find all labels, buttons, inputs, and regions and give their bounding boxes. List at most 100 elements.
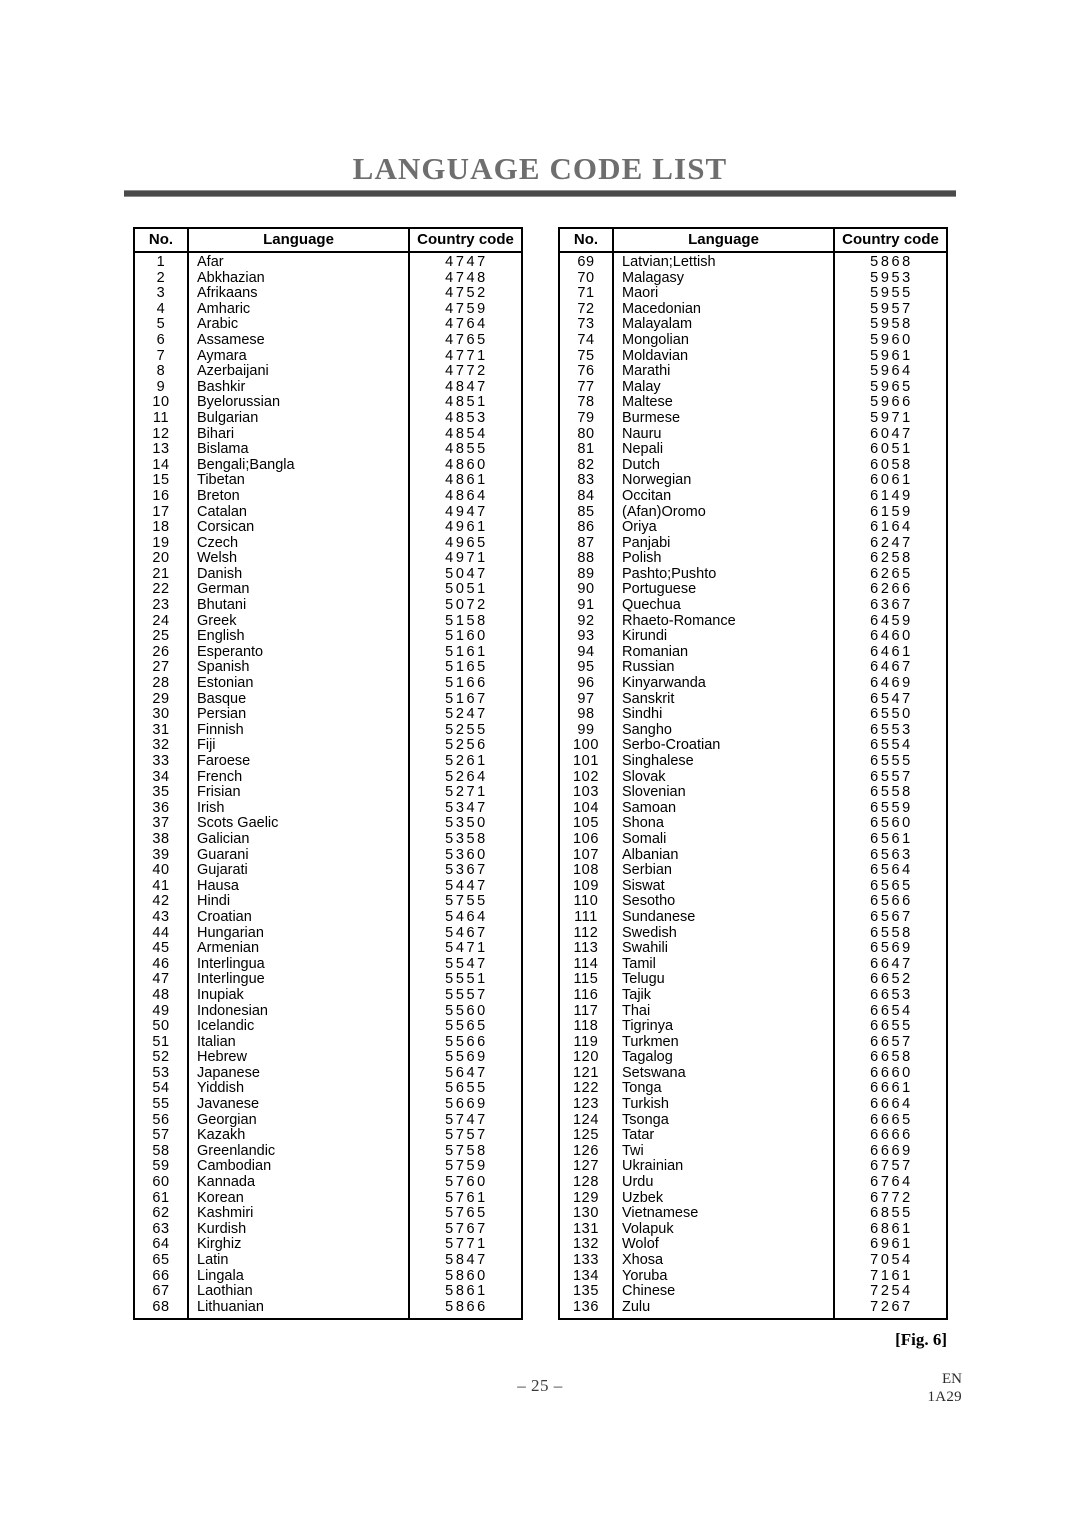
cell-no: 132 <box>573 1237 599 1253</box>
cell-country-code: 5759 <box>408 1159 521 1176</box>
cell-no: 116 <box>573 987 599 1003</box>
cell-language: Tatar <box>612 1128 834 1144</box>
table-row: 28 Estonian 5166 <box>135 676 521 692</box>
cell-language: Bhutani <box>187 598 409 614</box>
cell-no: 56 <box>152 1112 170 1128</box>
table-row: 108 Serbian 6564 <box>560 863 946 879</box>
cell-language: Lithuanian <box>187 1299 409 1319</box>
table-row: 5 Arabic 4764 <box>135 317 521 333</box>
cell-country-code: 6660 <box>833 1065 946 1082</box>
footer-document-code: 1A29 <box>927 1389 962 1405</box>
cell-country-code: 5271 <box>408 785 521 801</box>
cell-no: 14 <box>152 457 170 473</box>
table-row: 119 Turkmen 6657 <box>560 1034 946 1051</box>
table-row: 114 Tamil 6647 <box>560 956 946 973</box>
table-row: 43 Croatian 5464 <box>135 909 521 926</box>
cell-country-code: 5966 <box>833 395 946 411</box>
cell-language: Persian <box>187 707 409 723</box>
cell-no: 135 <box>573 1284 599 1300</box>
cell-language: Nepali <box>612 442 834 458</box>
cell-no: 129 <box>573 1190 599 1206</box>
table-row: 72 Macedonian 5957 <box>560 301 946 318</box>
cell-language: Siswat <box>612 878 834 895</box>
cell-country-code: 7254 <box>833 1284 946 1300</box>
cell-no: 94 <box>577 644 595 660</box>
cell-country-code: 5861 <box>408 1284 521 1300</box>
table-row: 127 Ukrainian 6757 <box>560 1159 946 1176</box>
cell-no: 83 <box>577 473 595 489</box>
language-table-right: No. Language Country code 69 Latvian;Lett… <box>558 227 948 1321</box>
cell-language: Hebrew <box>187 1050 409 1066</box>
figure-caption: [Fig. 6] <box>895 1330 947 1349</box>
cell-no: 59 <box>152 1159 170 1175</box>
table-row: 34 French 5264 <box>135 769 521 786</box>
column-header-language: Language <box>187 229 409 253</box>
cell-language: Tibetan <box>187 473 409 489</box>
cell-language: Malagasy <box>612 270 834 287</box>
cell-country-code: 6265 <box>833 566 946 583</box>
cell-language: Uzbek <box>612 1190 834 1207</box>
table-row: 135 Chinese 7254 <box>560 1284 946 1300</box>
table-row: 109 Siswat 6565 <box>560 878 946 895</box>
table-row: 26 Esperanto 5161 <box>135 644 521 661</box>
cell-language: Frisian <box>187 785 409 801</box>
cell-country-code: 5256 <box>408 738 521 754</box>
cell-country-code: 7054 <box>833 1253 946 1269</box>
cell-language: Javanese <box>187 1097 409 1113</box>
table-row: 35 Frisian 5271 <box>135 785 521 801</box>
cell-country-code: 6149 <box>833 488 946 505</box>
cell-language: Danish <box>187 566 409 583</box>
table-row: 58 Greenlandic 5758 <box>135 1143 521 1160</box>
table-body-left: 1 Afar 4747 2 Abkhazian 4748 3 Afrikaans 4752 4 Am… <box>135 252 521 1319</box>
cell-no: 62 <box>152 1206 170 1222</box>
cell-language: Shona <box>612 816 834 832</box>
table-row: 23 Bhutani 5072 <box>135 598 521 614</box>
cell-language: Catalan <box>187 504 409 521</box>
cell-country-code: 5358 <box>408 831 521 848</box>
column-header-country-code: Country code <box>408 229 521 253</box>
table-row: 128 Urdu 6764 <box>560 1175 946 1191</box>
cell-no: 23 <box>152 598 170 614</box>
table-row: 22 German 5051 <box>135 582 521 599</box>
cell-no: 22 <box>152 582 170 598</box>
cell-country-code: 5167 <box>408 691 521 708</box>
cell-no: 99 <box>577 722 595 738</box>
cell-country-code: 5158 <box>408 613 521 630</box>
cell-language: Macedonian <box>612 301 834 318</box>
cell-country-code: 6266 <box>833 582 946 599</box>
cell-language: Ukrainian <box>612 1159 834 1176</box>
table-row: 63 Kurdish 5767 <box>135 1221 521 1238</box>
table-row: 42 Hindi 5755 <box>135 894 521 910</box>
cell-language: Swedish <box>612 925 834 942</box>
cell-no: 114 <box>573 956 599 972</box>
cell-language: Volapuk <box>612 1221 834 1238</box>
cell-no: 39 <box>152 847 170 863</box>
cell-country-code: 5760 <box>408 1175 521 1191</box>
cell-country-code: 6665 <box>833 1112 946 1129</box>
cell-language: Kannada <box>187 1175 409 1191</box>
cell-country-code: 6047 <box>833 426 946 443</box>
cell-language: Azerbaijani <box>187 364 409 380</box>
cell-no: 15 <box>152 473 170 489</box>
cell-language: Korean <box>187 1190 409 1207</box>
cell-language: Japanese <box>187 1065 409 1082</box>
cell-country-code: 6558 <box>833 785 946 801</box>
table-row: 110 Sesotho 6566 <box>560 894 946 910</box>
cell-no: 134 <box>573 1268 599 1284</box>
cell-language: Kinyarwanda <box>612 676 834 692</box>
cell-language: Sundanese <box>612 909 834 926</box>
cell-no: 102 <box>573 769 599 785</box>
cell-language: Burmese <box>612 410 834 427</box>
cell-language: Sangho <box>612 722 834 739</box>
cell-no: 8 <box>156 364 166 380</box>
table-row: 104 Samoan 6559 <box>560 800 946 817</box>
cell-language: Kurdish <box>187 1221 409 1238</box>
cell-language: Maltese <box>612 395 834 411</box>
table-row: 7 Aymara 4771 <box>135 348 521 365</box>
cell-language: Lingala <box>187 1268 409 1285</box>
cell-country-code: 6051 <box>833 442 946 458</box>
table-row: 18 Corsican 4961 <box>135 520 521 536</box>
cell-no: 53 <box>152 1065 170 1081</box>
cell-language: Xhosa <box>612 1253 834 1269</box>
cell-country-code: 5072 <box>408 598 521 614</box>
